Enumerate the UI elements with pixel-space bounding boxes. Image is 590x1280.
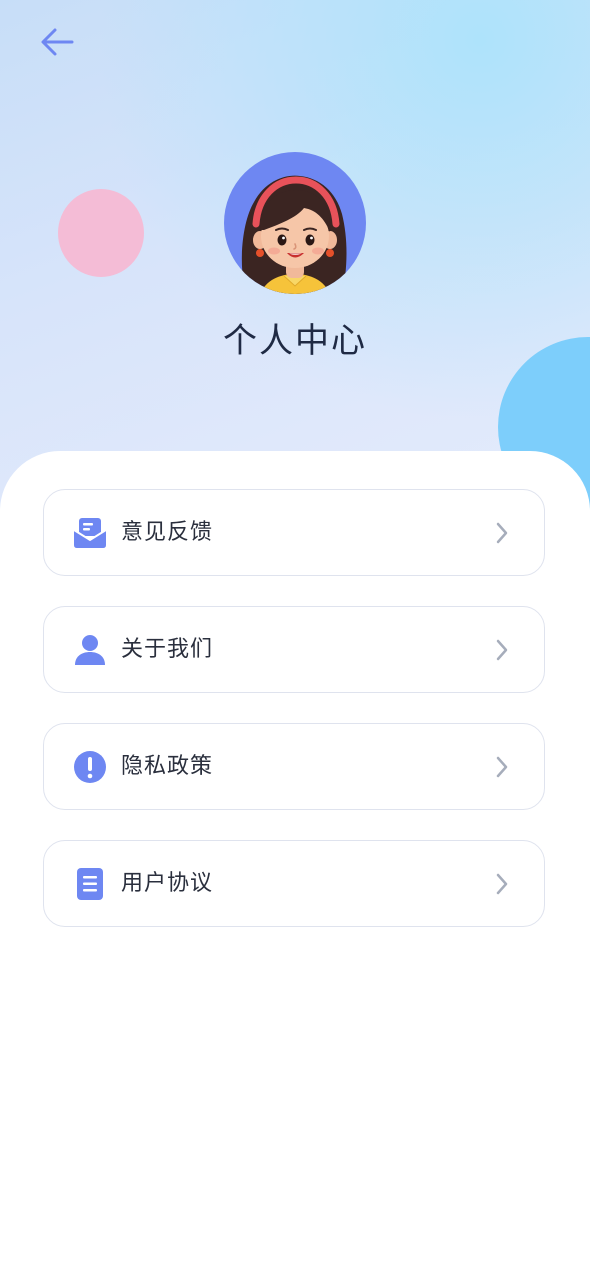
- user-icon: [72, 632, 108, 668]
- menu-item-label: 用户协议: [121, 871, 214, 896]
- back-button[interactable]: [34, 22, 80, 62]
- decorative-pink-circle: [58, 189, 144, 277]
- menu-item-label: 隐私政策: [121, 754, 214, 779]
- chevron-right-icon: [490, 520, 514, 546]
- chevron-right-icon: [490, 871, 514, 897]
- mail-icon: [72, 515, 108, 551]
- avatar: [224, 152, 366, 294]
- menu-item-label: 意见反馈: [121, 520, 214, 545]
- menu-item-privacy[interactable]: 隐私政策: [43, 723, 545, 810]
- menu-panel: 意见反馈 关于我们 隐私政策 用户协议: [0, 451, 590, 1280]
- document-icon: [72, 866, 108, 902]
- arrow-left-icon: [41, 28, 74, 56]
- menu-item-feedback[interactable]: 意见反馈: [43, 489, 545, 576]
- exclamation-circle-icon: [72, 749, 108, 785]
- menu-item-label: 关于我们: [121, 637, 214, 662]
- menu-item-about[interactable]: 关于我们: [43, 606, 545, 693]
- chevron-right-icon: [490, 637, 514, 663]
- chevron-right-icon: [490, 754, 514, 780]
- page-title: 个人中心: [223, 321, 367, 361]
- menu-item-agreement[interactable]: 用户协议: [43, 840, 545, 927]
- avatar-illustration: [241, 175, 347, 294]
